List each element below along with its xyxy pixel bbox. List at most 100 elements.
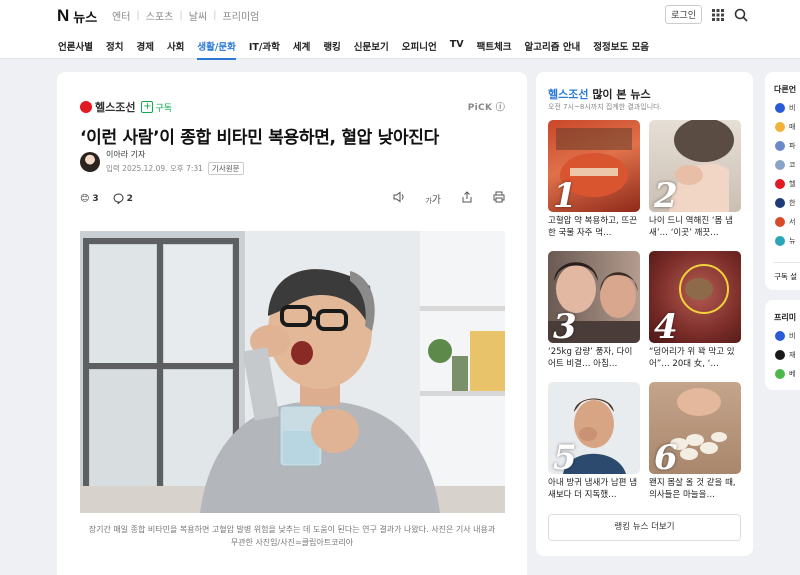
press-row[interactable]: 파	[775, 141, 800, 151]
ranking-thumbnail[interactable]: 2	[649, 120, 741, 212]
publish-date: 입력 2025.12.09. 오후 7:31	[106, 164, 203, 173]
ranking-item[interactable]: 6 왠지 몸살 올 것 같을 때, 의사들은 마늘을…	[649, 382, 741, 513]
press-name: 헬스조선	[95, 101, 136, 114]
byline: 이아라 기자 입력 2025.12.09. 오후 7:31 기사원문	[80, 149, 244, 175]
man-taking-pill-image	[80, 231, 505, 513]
premium-panel: 프리미 비 재 베	[765, 300, 800, 390]
press-row[interactable]: 비	[775, 103, 800, 113]
nav-item-press[interactable]: 언론사별	[58, 39, 93, 59]
press-logo-icon	[775, 103, 785, 113]
ranking-brand[interactable]: 헬스조선	[548, 88, 588, 101]
press-row-label: 매	[789, 123, 796, 131]
ranking-caption[interactable]: 나이 드니 역해진 ‘몸 냄새’… ‘이곳’ 깨끗…	[649, 215, 741, 239]
nav-item-factcheck[interactable]: 팩트체크	[477, 39, 512, 59]
premium-logo-icon	[775, 369, 785, 379]
ranking-thumbnail[interactable]: 4	[649, 251, 741, 343]
nav-item-newspaper[interactable]: 신문보기	[354, 39, 389, 59]
nav-item-opinion[interactable]: 오피니언	[402, 39, 437, 59]
ranking-caption[interactable]: ‘25kg 감량’ 풍자, 다이어트 비결… 아침…	[548, 346, 640, 370]
press-row[interactable]: 코	[775, 160, 800, 170]
comment-icon	[113, 193, 124, 204]
press-row[interactable]: 뉴	[775, 236, 800, 246]
press-header: 헬스조선 + 구독	[80, 99, 172, 115]
service-link-sports[interactable]: 스포츠	[146, 8, 174, 23]
ranking-thumbnail[interactable]: 5	[548, 382, 640, 474]
ranking-thumbnail[interactable]: 3	[548, 251, 640, 343]
text-size-button[interactable]: 가가	[425, 191, 441, 206]
login-button[interactable]: 로그인	[665, 5, 702, 24]
press-logo-icon	[775, 198, 785, 208]
ranking-item[interactable]: 2 나이 드니 역해진 ‘몸 냄새’… ‘이곳’ 깨끗…	[649, 120, 741, 251]
comment-button[interactable]: 2	[113, 193, 133, 204]
category-nav: 언론사별 정치 경제 사회 생활/문화 IT/과학 세계 랭킹 신문보기 오피니…	[58, 39, 649, 60]
reporter-avatar[interactable]	[80, 152, 100, 172]
premium-row-label: 비	[789, 332, 796, 340]
premium-row[interactable]: 베	[775, 369, 800, 379]
print-icon[interactable]	[493, 191, 505, 203]
premium-row-label: 베	[789, 370, 796, 378]
search-icon[interactable]	[734, 8, 748, 22]
ranking-title: 헬스조선 많이 본 뉴스	[548, 86, 651, 102]
ranking-item[interactable]: 5 아내 방귀 냄새가 남편 냄새보다 더 지독했…	[548, 382, 640, 513]
ranking-caption[interactable]: 왠지 몸살 올 것 같을 때, 의사들은 마늘을…	[649, 477, 741, 501]
most-viewed-panel: 헬스조선 많이 본 뉴스 오전 7시~8시까지 집계한 결과입니다. 1 고혈압…	[536, 72, 753, 556]
nav-item-life-culture[interactable]: 생활/문화	[197, 39, 237, 60]
nav-item-tv[interactable]: TV	[450, 39, 464, 59]
nav-item-ranking[interactable]: 랭킹	[323, 39, 340, 59]
original-article-button[interactable]: 기사원문	[207, 162, 244, 175]
ranking-more-button[interactable]: 랭킹 뉴스 더보기	[548, 514, 741, 541]
reaction-button[interactable]: 😊 3	[80, 194, 99, 204]
subscribe-settings-link[interactable]: 구독 설	[774, 262, 800, 290]
premium-row[interactable]: 재	[775, 350, 800, 360]
reporter-name[interactable]: 이아라 기자	[106, 149, 244, 160]
nav-item-society[interactable]: 사회	[167, 39, 184, 59]
press-row[interactable]: 헬	[775, 179, 800, 189]
nav-item-corrections[interactable]: 정정보도 모음	[593, 39, 649, 59]
naver-news-logo[interactable]: N 뉴스	[57, 6, 97, 26]
press-row-label: 코	[789, 161, 796, 169]
other-press-panel: 다른언 비 매 파 코 헬 한 서 뉴 구독 설	[765, 72, 800, 290]
ranking-title-suffix: 많이 본 뉴스	[588, 88, 651, 101]
rank-number: 3	[553, 307, 577, 343]
ranking-thumbnail[interactable]: 1	[548, 120, 640, 212]
reaction-count: 3	[92, 193, 99, 204]
speaker-icon[interactable]	[393, 191, 405, 203]
subscribe-button[interactable]: + 구독	[141, 101, 172, 114]
nav-item-world[interactable]: 세계	[293, 39, 310, 59]
nav-item-it-science[interactable]: IT/과학	[249, 39, 280, 59]
pick-badge[interactable]: PiCK ⓘ	[468, 100, 505, 113]
press-logo[interactable]: 헬스조선	[80, 99, 135, 115]
service-link-entertain[interactable]: 엔터	[112, 8, 130, 23]
news-logo-text: 뉴스	[73, 10, 98, 26]
ranking-item[interactable]: 3 ‘25kg 감량’ 풍자, 다이어트 비결… 아침…	[548, 251, 640, 382]
rank-number: 6	[654, 438, 678, 474]
service-links: 엔터 | 스포츠 | 날씨 | 프리미엄	[112, 8, 260, 23]
press-row-label: 헬	[789, 180, 796, 188]
ranking-caption[interactable]: 아내 방귀 냄새가 남편 냄새보다 더 지독했…	[548, 477, 640, 501]
ranking-thumbnail[interactable]: 6	[649, 382, 741, 474]
rank-number: 4	[654, 307, 678, 343]
nav-item-algorithm[interactable]: 알고리즘 안내	[525, 39, 581, 59]
press-mark-icon	[80, 101, 92, 113]
ranking-caption[interactable]: “덩어리가 위 꽉 막고 있어”… 20대 女, ‘…	[649, 346, 741, 370]
press-row[interactable]: 한	[775, 198, 800, 208]
press-row[interactable]: 매	[775, 122, 800, 132]
share-icon[interactable]	[461, 191, 473, 203]
photo-caption: 장기간 매일 종합 비타민을 복용하면 고혈압 발병 위험을 낮추는 데 도움이…	[88, 525, 496, 547]
ranking-item[interactable]: 1 고혈압 약 복용하고, 뜨끈한 국물 자주 먹…	[548, 120, 640, 251]
ranking-caption[interactable]: 고혈압 약 복용하고, 뜨끈한 국물 자주 먹…	[548, 215, 640, 239]
service-link-premium[interactable]: 프리미엄	[223, 8, 260, 23]
nav-item-politics[interactable]: 정치	[106, 39, 123, 59]
press-row[interactable]: 서	[775, 217, 800, 227]
ranking-item[interactable]: 4 “덩어리가 위 꽉 막고 있어”… 20대 女, ‘…	[649, 251, 741, 382]
comment-count: 2	[126, 193, 133, 204]
rank-number: 2	[654, 176, 678, 212]
press-logo-icon	[775, 217, 785, 227]
article-title: ‘이런 사람’이 종합 비타민 복용하면, 혈압 낮아진다	[80, 128, 439, 148]
app-grid-icon[interactable]	[712, 8, 724, 21]
service-link-weather[interactable]: 날씨	[189, 8, 207, 23]
ranking-grid: 1 고혈압 약 복용하고, 뜨끈한 국물 자주 먹… 2 나이 드니 역해진 ‘…	[548, 120, 741, 513]
nav-item-economy[interactable]: 경제	[136, 39, 153, 59]
premium-header: 프리미	[774, 313, 797, 322]
premium-row[interactable]: 비	[775, 331, 800, 341]
